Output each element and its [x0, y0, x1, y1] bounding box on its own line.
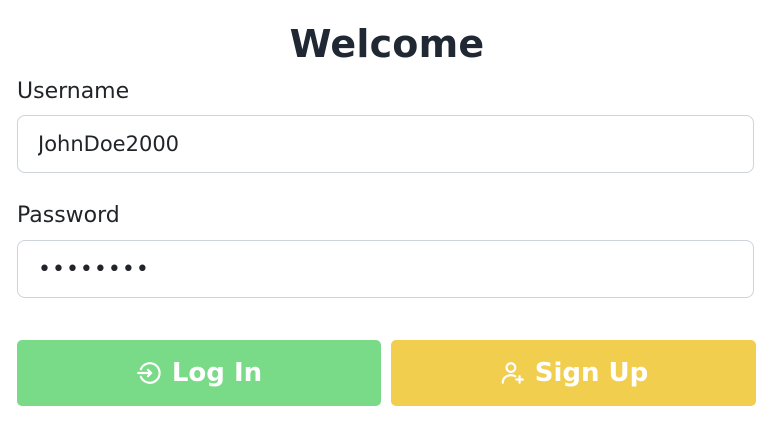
login-icon — [136, 362, 161, 384]
login-button[interactable]: Log In — [17, 340, 381, 406]
page-title: Welcome — [289, 22, 485, 66]
username-input[interactable] — [17, 115, 754, 173]
login-page: Welcome Username Password Log In Sign Up — [0, 0, 774, 427]
signup-button[interactable]: Sign Up — [391, 340, 756, 406]
password-input[interactable] — [17, 240, 754, 298]
username-label: Username — [17, 79, 130, 104]
password-label: Password — [17, 203, 120, 228]
signup-button-label: Sign Up — [534, 358, 649, 388]
user-plus-icon — [501, 362, 524, 384]
login-button-label: Log In — [171, 358, 263, 388]
